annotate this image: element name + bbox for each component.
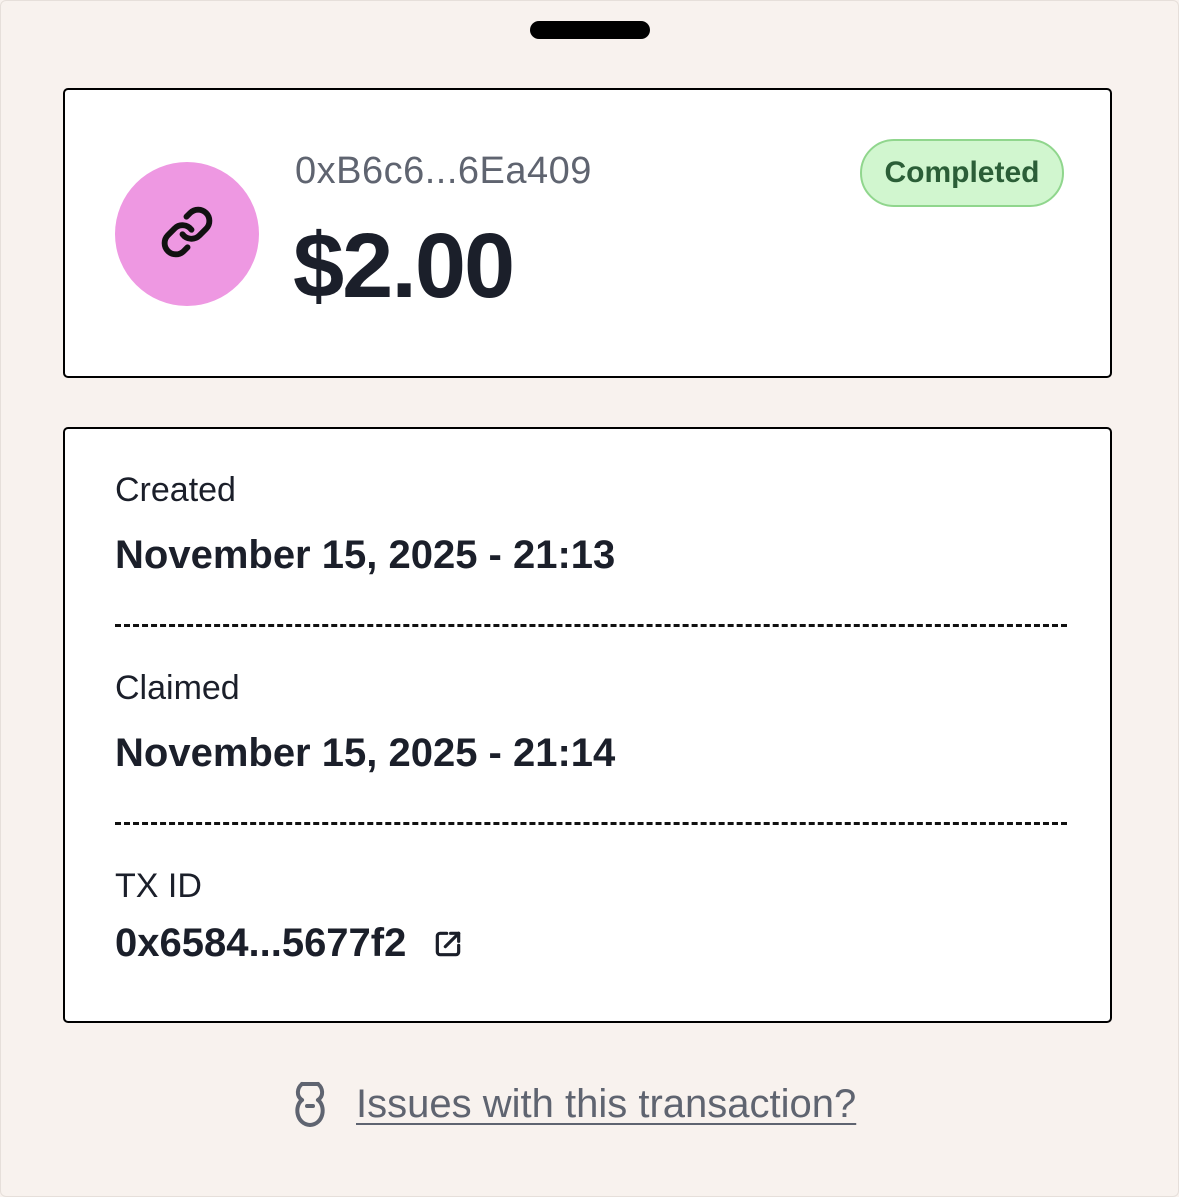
link-avatar xyxy=(115,162,259,306)
transaction-details-card: Created November 15, 2025 - 21:13 Claime… xyxy=(63,427,1112,1023)
txid-label: TX ID xyxy=(115,867,202,905)
transaction-amount: $2.00 xyxy=(293,215,515,317)
txid-value: 0x6584...5677f2 xyxy=(115,921,407,965)
status-badge: Completed xyxy=(860,139,1064,207)
txid-row: 0x6584...5677f2 xyxy=(115,921,464,966)
created-label: Created xyxy=(115,471,236,509)
support-icon xyxy=(290,1078,330,1130)
issues-link[interactable]: Issues with this transaction? xyxy=(356,1082,856,1127)
divider xyxy=(115,822,1067,825)
claimed-label: Claimed xyxy=(115,669,240,707)
external-link-icon[interactable] xyxy=(432,928,464,960)
link-icon xyxy=(160,205,214,264)
transaction-summary-card: 0xB6c6...6Ea409 $2.00 Completed xyxy=(63,88,1112,378)
divider xyxy=(115,624,1067,627)
drag-handle[interactable] xyxy=(530,21,650,39)
claimed-value: November 15, 2025 - 21:14 xyxy=(115,731,616,775)
wallet-address: 0xB6c6...6Ea409 xyxy=(295,150,592,192)
created-value: November 15, 2025 - 21:13 xyxy=(115,533,616,577)
issues-row: Issues with this transaction? xyxy=(290,1078,856,1130)
